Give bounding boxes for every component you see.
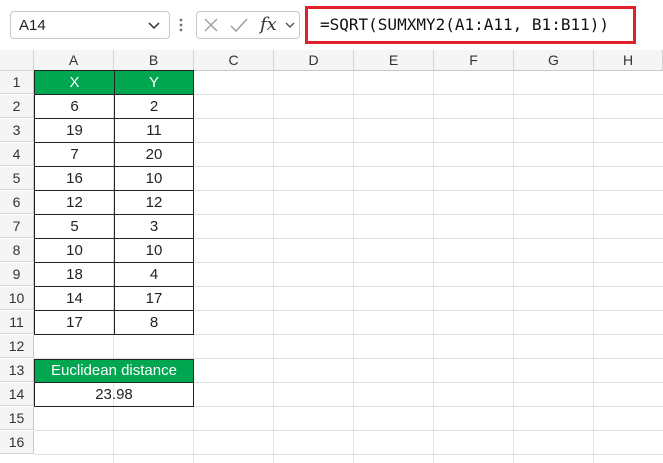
- gridline: [593, 71, 594, 463]
- name-box[interactable]: A14: [10, 11, 170, 39]
- row-header-6[interactable]: 6: [0, 191, 34, 214]
- row-header-8[interactable]: 8: [0, 239, 34, 262]
- column-header-e[interactable]: E: [354, 50, 434, 71]
- column-header-c[interactable]: C: [194, 50, 274, 71]
- table-cell-x[interactable]: 17: [34, 311, 114, 335]
- fx-chevron-down-icon[interactable]: [284, 15, 296, 35]
- gridline: [34, 454, 663, 455]
- name-box-value: A14: [19, 17, 46, 34]
- gridline: [513, 71, 514, 463]
- row-header-10[interactable]: 10: [0, 287, 34, 310]
- table-cell-x[interactable]: 10: [34, 239, 114, 263]
- gridline: [34, 430, 663, 431]
- row-header-7[interactable]: 7: [0, 215, 34, 238]
- table-cell-y[interactable]: 4: [114, 263, 194, 287]
- function-icon[interactable]: fx: [260, 14, 277, 35]
- row-header-14[interactable]: 14: [0, 383, 34, 406]
- table-cell-y[interactable]: 2: [114, 95, 194, 119]
- column-header-h[interactable]: H: [594, 50, 663, 71]
- table-cell-x[interactable]: 18: [34, 263, 114, 287]
- row-header-16[interactable]: 16: [0, 431, 34, 454]
- column-header-a[interactable]: A: [34, 50, 114, 71]
- column-header-b[interactable]: B: [114, 50, 194, 71]
- row-header-12[interactable]: 12: [0, 335, 34, 358]
- row-header-1[interactable]: 1: [0, 71, 34, 94]
- table-cell-x[interactable]: 14: [34, 287, 114, 311]
- result-label-cell[interactable]: Euclidean distance: [34, 359, 194, 383]
- row-header-11[interactable]: 11: [0, 311, 34, 334]
- table-cell-y[interactable]: 8: [114, 311, 194, 335]
- row-header-5[interactable]: 5: [0, 167, 34, 190]
- table-cell-y[interactable]: 17: [114, 287, 194, 311]
- column-header-g[interactable]: G: [514, 50, 594, 71]
- row-header-15[interactable]: 15: [0, 407, 34, 430]
- result-value-cell[interactable]: 23.98: [34, 382, 194, 407]
- table-cell-y[interactable]: 10: [114, 167, 194, 191]
- cancel-icon[interactable]: [202, 15, 220, 35]
- row-header-9[interactable]: 9: [0, 263, 34, 286]
- formula-bar: A14 fx =SQRT(SUMXMY2(A1:A11, B1:B11)): [0, 0, 663, 50]
- gridline: [273, 71, 274, 463]
- select-all-corner[interactable]: [0, 50, 34, 71]
- table-cell-x[interactable]: 12: [34, 191, 114, 215]
- row-header-2[interactable]: 2: [0, 95, 34, 118]
- table-cell-y[interactable]: 12: [114, 191, 194, 215]
- row-header-3[interactable]: 3: [0, 119, 34, 142]
- table-cell-y[interactable]: 3: [114, 215, 194, 239]
- gridline: [433, 71, 434, 463]
- gridline: [353, 71, 354, 463]
- enter-check-icon[interactable]: [229, 15, 249, 35]
- formula-input[interactable]: =SQRT(SUMXMY2(A1:A11, B1:B11)): [305, 6, 636, 44]
- table-cell-x[interactable]: 6: [34, 95, 114, 119]
- row-header-4[interactable]: 4: [0, 143, 34, 166]
- column-header-f[interactable]: F: [434, 50, 514, 71]
- table-cell-x[interactable]: 16: [34, 167, 114, 191]
- table-cell-y[interactable]: 20: [114, 143, 194, 167]
- more-vertical-icon[interactable]: [178, 11, 184, 49]
- table-header-x[interactable]: X: [34, 71, 114, 95]
- table-header-y[interactable]: Y: [114, 71, 194, 95]
- worksheet-grid: A B C D E F G H 1 2 3 4 5 6 7 8 9 10 11 …: [0, 50, 663, 463]
- table-cell-x[interactable]: 5: [34, 215, 114, 239]
- table-cell-y[interactable]: 11: [114, 119, 194, 143]
- row-header-13[interactable]: 13: [0, 359, 34, 382]
- formula-text: =SQRT(SUMXMY2(A1:A11, B1:B11)): [320, 15, 609, 34]
- table-cell-x[interactable]: 19: [34, 119, 114, 143]
- formula-controls: fx: [196, 11, 300, 39]
- chevron-down-icon[interactable]: [147, 15, 161, 40]
- column-header-d[interactable]: D: [274, 50, 354, 71]
- table-cell-y[interactable]: 10: [114, 239, 194, 263]
- table-cell-x[interactable]: 7: [34, 143, 114, 167]
